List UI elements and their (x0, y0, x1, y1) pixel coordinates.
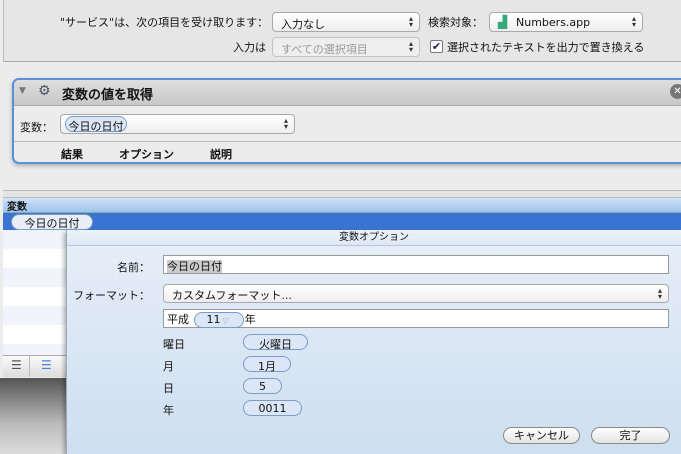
done-button[interactable]: 完了 (591, 427, 670, 444)
sheet-title: 変数オプション (67, 230, 681, 246)
name-input[interactable]: 今日の日付 (163, 255, 669, 274)
weekday-token[interactable]: 火曜日 (243, 334, 308, 351)
year-token-value: 11 (206, 313, 221, 326)
receives-label: "サービス"は、次の項目を受け取ります： (60, 16, 269, 29)
component-label: 年 (163, 404, 174, 417)
replace-label: 選択されたテキストを出力で置き換える (447, 41, 645, 54)
list-row (3, 344, 66, 355)
year-token[interactable]: 11 ▽ (193, 312, 244, 328)
name-label: 名前： (117, 261, 150, 274)
day-token[interactable]: 5 (243, 378, 282, 394)
era-text: 平成 (167, 313, 189, 326)
splitter-handle[interactable] (3, 190, 681, 198)
disclosure-triangle-icon[interactable]: ▼ (19, 86, 26, 96)
component-label: 日 (163, 382, 174, 395)
year-component-token[interactable]: 0011 (243, 400, 302, 416)
input-type-popup[interactable]: 入力なし ▴ ▾ (272, 12, 420, 32)
variable-popup[interactable]: 今日の日付 ▴ ▾ (60, 114, 295, 134)
format-label: フォーマット： (73, 289, 150, 302)
input-type-value: 入力なし (281, 18, 325, 31)
updown-arrows-icon: ▴ ▾ (408, 39, 413, 54)
action-icon: ⚙ (38, 83, 51, 99)
variable-options-sheet: 変数オプション 名前： 今日の日付 フォーマット： カスタムフォーマット... ▴… (66, 230, 681, 454)
variable-token: 今日の日付 (11, 214, 93, 230)
token-view-icon[interactable]: ☰ (41, 358, 52, 372)
format-token-field[interactable]: 平成 11 ▽ 年 (163, 309, 669, 328)
list-row (3, 287, 66, 306)
name-value: 今日の日付 (167, 260, 222, 273)
updown-arrows-icon: ▴ ▾ (631, 14, 636, 29)
month-token[interactable]: 1月 (243, 356, 291, 373)
close-icon[interactable]: ✕ (670, 84, 681, 99)
year-suffix-text: 年 (244, 313, 256, 326)
action-header: ▼ ⚙ 変数の値を取得 ✕ (14, 80, 681, 106)
search-target-label: 検索対象： (428, 16, 483, 29)
list-row (3, 249, 66, 268)
tab-options[interactable]: オプション (119, 146, 174, 162)
numbers-app-icon: ▟ (498, 15, 508, 29)
chevron-down-icon: ▽ (222, 316, 229, 325)
input-is-popup[interactable]: すべての選択項目 ▴ ▾ (272, 37, 420, 57)
get-variable-action: ▼ ⚙ 変数の値を取得 ✕ 変数： 今日の日付 ▴ ▾ 結果 オプション 説明 (12, 78, 681, 164)
bottom-toolbar: ☰ ☰ (3, 355, 66, 377)
replace-checkbox[interactable]: ✔ (430, 40, 443, 53)
list-row (3, 325, 66, 344)
format-popup[interactable]: カスタムフォーマット... ▴ ▾ (163, 284, 669, 303)
action-title: 変数の値を取得 (62, 88, 154, 103)
variable-token: 今日の日付 (65, 116, 127, 133)
window-background (0, 378, 66, 454)
input-is-label: 入力は (233, 41, 266, 54)
tab-description[interactable]: 説明 (210, 146, 232, 162)
updown-arrows-icon: ▴ ▾ (283, 116, 288, 131)
format-value: カスタムフォーマット... (172, 289, 292, 302)
list-view-icon[interactable]: ☰ (11, 358, 22, 372)
variables-header-label: 変数 (7, 202, 27, 213)
input-is-value: すべての選択項目 (281, 43, 368, 56)
variable-row-selected[interactable]: 今日の日付 (3, 213, 681, 230)
updown-arrows-icon: ▴ ▾ (408, 14, 413, 29)
cancel-button[interactable]: キャンセル (503, 427, 580, 444)
updown-arrows-icon: ▴ ▾ (657, 286, 662, 301)
list-row (3, 306, 66, 325)
variable-label: 変数： (20, 121, 53, 134)
list-row (3, 230, 66, 249)
variables-header: 変数 (3, 198, 681, 213)
app-value: Numbers.app (516, 16, 591, 29)
tab-results[interactable]: 結果 (61, 146, 83, 162)
list-row (3, 268, 66, 287)
app-popup[interactable]: ▟ Numbers.app ▴ ▾ (489, 12, 643, 32)
component-label: 月 (163, 360, 174, 373)
component-label: 曜日 (163, 338, 185, 351)
